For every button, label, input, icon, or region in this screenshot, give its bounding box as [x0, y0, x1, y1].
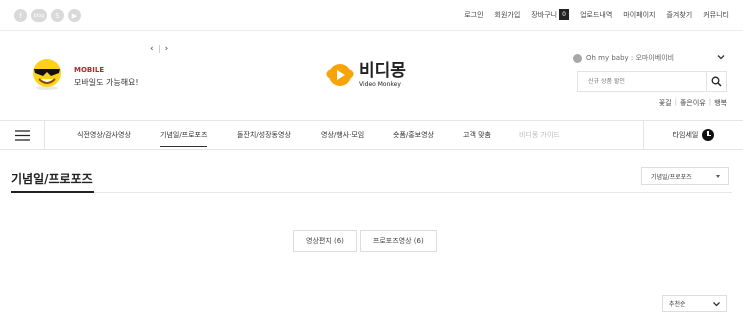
- chevron-down-icon: [713, 302, 720, 307]
- nav-item-guide[interactable]: 비디몽 가이드: [519, 130, 560, 140]
- sort-select[interactable]: 추천순: [662, 295, 727, 312]
- join-link[interactable]: 회원가입: [495, 10, 521, 20]
- cart-label: 장바구니: [531, 10, 558, 19]
- keyword-link[interactable]: 좋은이유: [680, 98, 706, 108]
- mobile-promo-subtitle: 모바일도 가능해요!: [74, 78, 139, 87]
- top-links: 로그인 회원가입 장바구니 0 업로드내역 마이페이지 즐겨찾기 커뮤니티: [464, 9, 729, 20]
- timesale-label: 타임세일: [672, 131, 699, 139]
- nav-item-shortform-promo[interactable]: 숏폼/홍보영상: [393, 130, 434, 140]
- main-nav: 식전영상/감사영상 기념일/프로포즈 돌잔치/성장동영상 영상/행사·모임 숏폼…: [0, 120, 743, 150]
- mobile-promo-title: MOBILE: [74, 66, 105, 74]
- community-link[interactable]: 커뮤니티: [703, 10, 729, 20]
- caret-down-icon: [716, 175, 720, 178]
- notice-badge-icon: [573, 53, 582, 63]
- youtube-icon[interactable]: ▶: [68, 9, 81, 22]
- logo-text: 비디몽 Video Monkey: [359, 60, 406, 88]
- keyword-divider: |: [674, 98, 677, 106]
- clock-icon: [702, 129, 715, 141]
- logo-name: 비디몽: [359, 60, 406, 81]
- upload-history-link[interactable]: 업로드내역: [580, 10, 612, 20]
- page-title: 기념일/프로포즈: [11, 172, 93, 186]
- nav-item-anniversary-propose[interactable]: 기념일/프로포즈: [160, 130, 208, 147]
- favorites-link[interactable]: 즐겨찾기: [666, 10, 692, 20]
- menu-button[interactable]: [0, 121, 45, 149]
- search-button[interactable]: [706, 72, 726, 91]
- search-input[interactable]: [578, 78, 708, 85]
- category-select-value: 기념일/프로포즈: [651, 173, 692, 181]
- prev-arrow-icon[interactable]: ‹: [150, 44, 154, 54]
- nav-item-first-birthday[interactable]: 돌잔치/성장동영상: [237, 130, 291, 140]
- subcategory-propose-video[interactable]: 프로포즈영상 (6): [359, 230, 437, 252]
- logo-subtitle: Video Monkey: [359, 80, 401, 88]
- promo-slide-arrows: ‹ ›: [150, 44, 168, 54]
- category-select[interactable]: 기념일/프로포즈: [641, 167, 729, 185]
- notice-text: Oh my baby : 오마이베이비: [586, 54, 675, 62]
- monkey-play-logo-icon: [326, 64, 354, 86]
- sort-select-value: 추천순: [669, 301, 686, 308]
- cart-link[interactable]: 장바구니 0: [531, 9, 570, 20]
- arrow-divider: [158, 45, 160, 53]
- search-box: [577, 71, 727, 92]
- nav-item-custom-order[interactable]: 고객 맞춤: [463, 130, 491, 140]
- keyword-link[interactable]: 행복: [714, 98, 727, 108]
- blog-icon[interactable]: blog: [31, 9, 47, 22]
- search-icon: [711, 76, 722, 87]
- title-underline: [11, 191, 94, 193]
- subcategory-buttons: 영상편지 (6) 프로포즈영상 (6): [293, 230, 437, 252]
- hamburger-icon: [14, 129, 30, 141]
- chevron-down-icon[interactable]: [715, 51, 727, 63]
- facebook-icon[interactable]: f: [14, 9, 27, 22]
- mypage-link[interactable]: 마이페이지: [623, 10, 655, 20]
- next-arrow-icon[interactable]: ›: [165, 44, 169, 54]
- top-bar: f blog S ▶ 로그인 회원가입 장바구니 0 업로드내역 마이페이지 즐…: [0, 0, 743, 31]
- timesale-button[interactable]: 타임세일: [643, 121, 743, 149]
- nav-item-event-meeting[interactable]: 영상/행사·모임: [321, 130, 364, 140]
- title-divider: [11, 192, 732, 193]
- cart-count-badge: 0: [559, 9, 570, 20]
- kakaostory-icon[interactable]: S: [51, 9, 64, 22]
- nav-item-ceremony-video[interactable]: 식전영상/감사영상: [77, 130, 131, 140]
- user-notice[interactable]: Oh my baby : 오마이베이비: [573, 53, 674, 63]
- keyword-link[interactable]: 꽃길: [659, 98, 672, 108]
- site-logo[interactable]: 비디몽 Video Monkey: [326, 62, 406, 88]
- mascot-sunglasses-icon[interactable]: [30, 57, 64, 91]
- social-links: f blog S ▶: [14, 9, 81, 22]
- subcategory-video-letter[interactable]: 영상편지 (6): [293, 230, 357, 252]
- keyword-divider: |: [708, 98, 712, 106]
- login-link[interactable]: 로그인: [464, 10, 483, 20]
- popular-keywords: 꽃길 | 좋은이유 | 행복: [659, 98, 727, 108]
